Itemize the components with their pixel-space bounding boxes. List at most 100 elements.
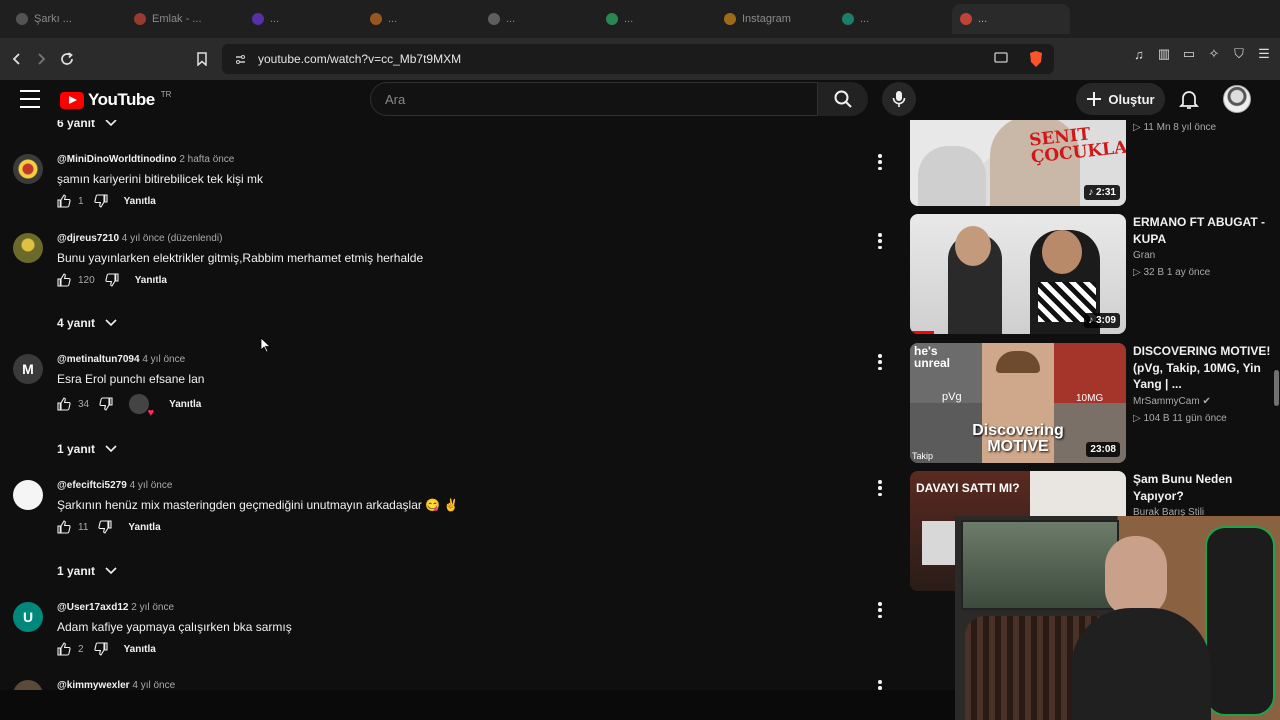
music-icon[interactable]: ♫ — [1131, 46, 1147, 62]
menu-icon[interactable]: ☰ — [1256, 46, 1272, 62]
video-title: DISCOVERING MOTIVE! (pVg, Takip, 10MG, Y… — [1133, 344, 1271, 391]
cast-icon[interactable] — [994, 52, 1008, 66]
reply-button[interactable]: Yanıtla — [124, 644, 156, 655]
comment-menu-icon[interactable] — [876, 154, 884, 170]
comment-thread: M @metinaltun7094 4 yıl önce Esra Erol pun… — [0, 354, 900, 419]
chevron-down-icon — [105, 445, 117, 453]
comment-menu-icon[interactable] — [876, 233, 884, 249]
browser-tab[interactable]: ... — [598, 4, 716, 34]
browser-tab[interactable]: ... — [480, 4, 598, 34]
commenter-avatar[interactable]: M — [13, 354, 43, 384]
browser-tab[interactable]: ... — [362, 4, 480, 34]
scrollbar-thumb[interactable] — [1274, 370, 1279, 406]
tab-label: ... — [270, 13, 280, 25]
dislike-icon[interactable] — [93, 194, 108, 208]
commenter-avatar[interactable] — [13, 480, 43, 510]
video-meta: ▷ 104 B 11 gün önce — [1133, 413, 1227, 424]
comment-thread: U @User17axd12 2 yıl önce Adam kafiye yapm… — [0, 602, 900, 662]
comment-time[interactable]: 4 yıl önce — [130, 480, 173, 491]
related-video[interactable]: SENIT ÇOCUKLARI ♪ 2:31 ▷ 11 Mn 8 yıl önc… — [910, 120, 1280, 210]
video-thumbnail[interactable]: ♪ 3:09 — [910, 214, 1126, 334]
leo-ai-icon[interactable]: ✧ — [1206, 46, 1222, 62]
tab-label: Şarkı ... — [34, 13, 72, 25]
chevron-down-icon — [105, 120, 117, 127]
youtube-logo[interactable]: YouTube TR — [60, 90, 171, 110]
like-icon[interactable] — [57, 520, 71, 534]
comment-author[interactable]: @MiniDinoWorldtinodino — [57, 154, 177, 165]
bottom-letterbox — [0, 690, 955, 720]
video-title: Şam Bunu Neden Yapıyor? — [1133, 472, 1233, 503]
dislike-icon[interactable] — [99, 397, 113, 411]
comment-time[interactable]: 4 yıl önce — [132, 680, 175, 690]
commenter-avatar[interactable] — [13, 680, 43, 690]
voice-search-button[interactable] — [882, 82, 916, 116]
replies-toggle[interactable]: 1 yanıt — [57, 564, 117, 578]
search-input[interactable]: Ara — [370, 82, 818, 116]
video-thumbnail[interactable]: SENIT ÇOCUKLARI ♪ 2:31 — [910, 120, 1126, 206]
forward-icon[interactable] — [28, 46, 54, 72]
like-icon[interactable] — [57, 194, 71, 208]
replies-toggle[interactable]: 4 yanıt — [57, 316, 117, 330]
wallet-icon[interactable]: ▭ — [1181, 46, 1197, 62]
comment-header: @MiniDinoWorldtinodino 2 hafta önce — [57, 154, 234, 165]
related-video[interactable]: he's unreal pVg 10MG Takip Discovering M… — [910, 343, 1280, 467]
browser-tab[interactable]: ... — [952, 4, 1070, 34]
replies-toggle[interactable]: 1 yanıt — [57, 442, 117, 456]
comment-author[interactable]: @kimmywexler — [57, 680, 130, 690]
comment-header: @metinaltun7094 4 yıl önce — [57, 354, 185, 365]
notifications-bell-icon[interactable] — [1178, 88, 1200, 110]
address-bar[interactable]: youtube.com/watch?v=cc_Mb7t9MXM — [222, 44, 1054, 74]
comment-time[interactable]: 4 yıl önce (düzenlendi) — [122, 233, 223, 244]
like-icon[interactable] — [57, 273, 71, 287]
browser-tab[interactable]: ... — [834, 4, 952, 34]
search-button[interactable] — [818, 82, 868, 116]
commenter-avatar[interactable]: U — [13, 602, 43, 632]
reply-button[interactable]: Yanıtla — [169, 399, 201, 410]
comment-menu-icon[interactable] — [876, 480, 884, 496]
dislike-icon[interactable] — [105, 273, 119, 287]
comment-time[interactable]: 2 hafta önce — [179, 154, 234, 165]
account-avatar[interactable] — [1223, 85, 1251, 113]
comment-menu-icon[interactable] — [876, 602, 884, 618]
browser-tab[interactable]: ... — [244, 4, 362, 34]
comment-text: Bunu yayınlarken elektrikler gitmiş,Rabb… — [57, 251, 424, 265]
guide-menu-icon[interactable] — [20, 90, 40, 108]
dislike-icon[interactable] — [98, 520, 112, 534]
like-icon[interactable] — [57, 397, 71, 411]
comment-time[interactable]: 2 yıl önce — [131, 602, 174, 613]
video-meta: ▷ 32 B 1 ay önce — [1133, 267, 1211, 278]
create-label: Oluştur — [1108, 91, 1155, 107]
comment-author[interactable]: @User17axd12 — [57, 602, 128, 613]
comment-thread: @MiniDinoWorldtinodino 2 hafta önce şamın… — [0, 154, 900, 214]
comment-author[interactable]: @metinaltun7094 — [57, 354, 140, 365]
browser-tab[interactable]: Emlak - ... — [126, 4, 244, 34]
reply-button[interactable]: Yanıtla — [124, 196, 156, 207]
reload-icon[interactable] — [54, 46, 80, 72]
reply-button[interactable]: Yanıtla — [128, 522, 160, 533]
commenter-avatar[interactable] — [13, 233, 43, 263]
dislike-icon[interactable] — [93, 642, 108, 656]
replies-toggle[interactable]: 6 yanıt — [57, 120, 117, 130]
sidebar-icon[interactable]: ▥ — [1156, 46, 1172, 62]
comment-author[interactable]: @efeciftci5279 — [57, 480, 127, 491]
reply-button[interactable]: Yanıtla — [135, 275, 167, 286]
comment-author[interactable]: @djreus7210 — [57, 233, 119, 244]
vpn-icon[interactable]: ⛉ — [1231, 46, 1247, 62]
like-icon[interactable] — [57, 642, 71, 656]
comment-menu-icon[interactable] — [876, 354, 884, 370]
brave-shield-icon[interactable] — [1028, 50, 1044, 68]
site-info-icon[interactable] — [234, 52, 248, 66]
commenter-avatar[interactable] — [13, 154, 43, 184]
comment-time[interactable]: 4 yıl önce — [142, 354, 185, 365]
browser-tab[interactable]: Instagram — [716, 4, 834, 34]
tab-label: ... — [978, 13, 988, 25]
comment-menu-icon[interactable] — [876, 680, 884, 690]
create-button[interactable]: Oluştur — [1076, 83, 1165, 115]
video-thumbnail[interactable]: he's unreal pVg 10MG Takip Discovering M… — [910, 343, 1126, 463]
search-placeholder: Ara — [385, 91, 406, 107]
bookmark-icon[interactable] — [189, 46, 215, 72]
back-icon[interactable] — [4, 46, 30, 72]
comment-header: @efeciftci5279 4 yıl önce — [57, 480, 172, 491]
browser-tab[interactable]: Şarkı ... — [8, 4, 126, 34]
related-video[interactable]: ♪ 3:09 ERMANO FT ABUGAT - KUPA Gran ▷ 32… — [910, 214, 1280, 338]
